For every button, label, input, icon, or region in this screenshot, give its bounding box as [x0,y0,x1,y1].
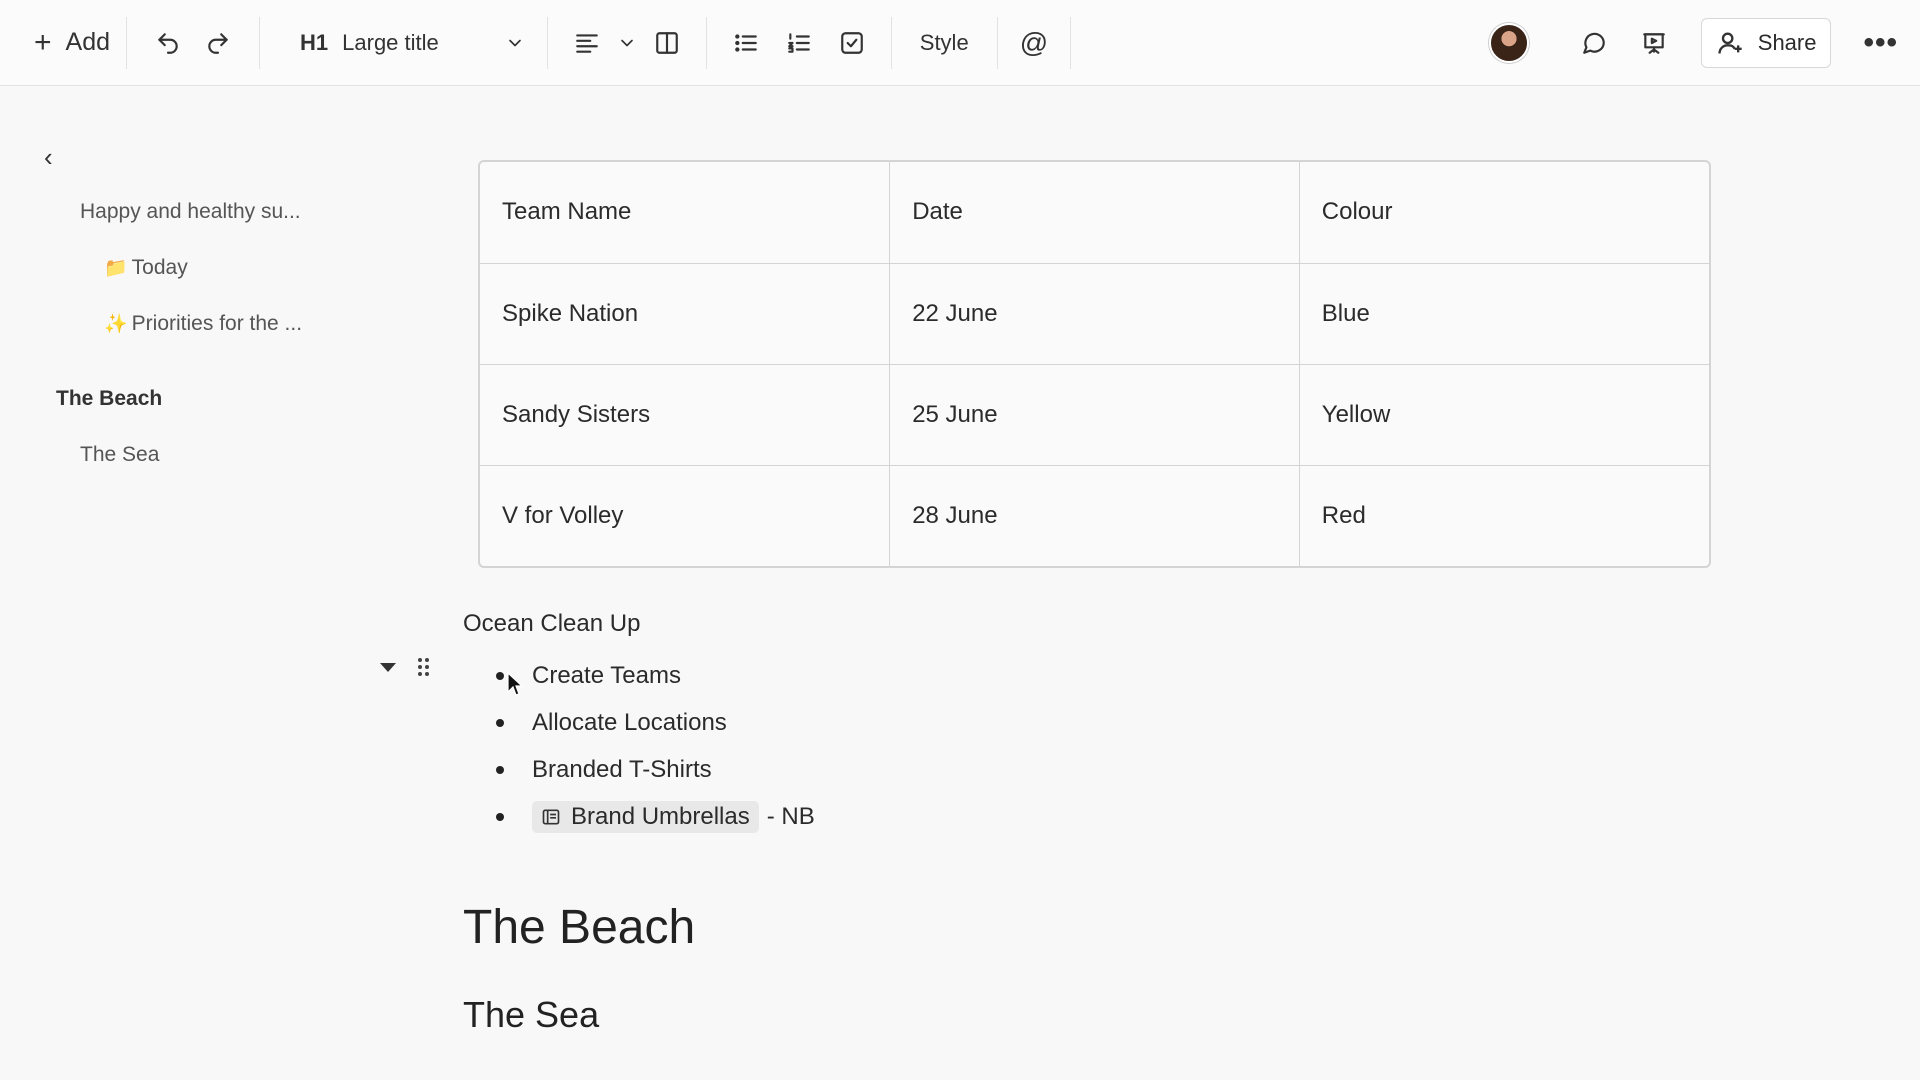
sidebar-item-today[interactable]: 📁 Today [104,256,188,280]
mention-icon: @ [1019,26,1049,58]
redo-button[interactable] [193,18,243,68]
page-link-chip[interactable]: Brand Umbrellas [532,800,759,833]
sidebar-item-label: Today [131,256,188,279]
sidebar-item-label: The Beach [56,387,163,410]
list-item[interactable]: Brand Umbrellas - NB [496,793,815,840]
section-label[interactable]: Ocean Clean Up [463,610,640,638]
sidebar-item-label: Happy and healthy su... [80,200,301,223]
undo-icon [158,32,178,54]
table-cell[interactable]: Spike Nation [480,263,891,365]
outline-sidebar: ‹ Happy and healthy su... 📁 Today ✨ Priori… [0,86,440,1080]
heading-level-icon: H1 [300,29,329,55]
toolbar-divider [546,16,548,69]
heading-the-beach[interactable]: The Beach [463,900,695,955]
columns-icon [655,31,678,54]
numbered-list-button[interactable] [774,18,824,68]
bullet-list: Create Teams Allocate Locations Branded … [496,652,815,840]
bullet-dot [496,718,504,727]
present-icon [1642,33,1665,54]
table-cell[interactable]: Red [1299,465,1709,566]
mouse-cursor-icon [507,672,523,696]
list-item-text: Create Teams [532,661,681,689]
table-cell[interactable]: 28 June [889,465,1300,566]
table-cell[interactable]: 22 June [889,263,1300,365]
table-row: V for Volley 28 June Red [480,465,1709,566]
list-item[interactable]: Allocate Locations [496,699,815,746]
toolbar-divider [890,16,892,69]
folder-icon: 📁 [104,258,128,279]
table-header-cell[interactable]: Team Name [480,162,891,264]
bullet-dot [496,765,504,774]
table-header-cell[interactable]: Date [889,162,1300,264]
sidebar-item-priorities[interactable]: ✨ Priorities for the ... [104,312,302,336]
toolbar-divider [259,16,261,69]
bullet-list-button[interactable] [721,18,771,68]
heading-style-label: Large title [342,29,439,55]
list-item-text: Branded T-Shirts [532,755,712,783]
align-left-icon [575,33,598,53]
plus-icon: + [34,25,52,59]
list-item[interactable]: Branded T-Shirts [496,746,815,793]
collapse-sidebar-button[interactable]: ‹ [44,142,53,173]
collapse-caret-icon[interactable] [380,662,396,672]
table-cell[interactable]: Yellow [1299,364,1709,466]
add-person-icon [1718,32,1742,54]
sidebar-item-the-beach[interactable]: The Beach [56,387,162,411]
checkbox-icon [840,31,863,54]
list-item-text: - NB [766,802,815,830]
more-icon: ••• [1863,26,1898,59]
teams-table: Team Name Date Colour Spike Nation 22 Ju… [478,160,1711,568]
heading-the-sea[interactable]: The Sea [463,994,599,1036]
editor-toolbar: + Add H1 Large title Style @ Share ••• [0,0,1920,86]
toolbar-divider [996,16,998,69]
drag-handle-icon[interactable] [418,658,429,676]
checklist-button[interactable] [827,18,877,68]
more-button[interactable]: ••• [1855,18,1906,68]
chevron-down-icon [508,39,521,46]
columns-button[interactable] [642,18,692,68]
numbered-list-icon [787,32,810,53]
table-row: Spike Nation 22 June Blue [480,263,1709,365]
sidebar-item-label: Priorities for the ... [131,312,303,335]
sidebar-item-the-sea[interactable]: The Sea [80,443,159,467]
add-button[interactable]: + Add [0,18,124,68]
table-cell[interactable]: Blue [1299,263,1709,365]
avatar[interactable] [1488,23,1529,63]
share-button-label: Share [1757,30,1817,55]
list-item-text: Allocate Locations [532,708,727,736]
chevron-down-icon [620,39,633,46]
page-link-icon [542,809,560,824]
add-button-label: Add [65,28,111,56]
mention-button[interactable]: @ [1000,18,1068,68]
table-row: Sandy Sisters 25 June Yellow [480,364,1709,466]
bullet-list-icon [734,33,757,52]
sidebar-item-happy-and-healthy[interactable]: Happy and healthy su... [80,200,301,224]
sparkles-icon: ✨ [104,314,128,335]
comments-button[interactable] [1569,18,1619,68]
table-header-row: Team Name Date Colour [480,162,1709,264]
list-item[interactable]: Create Teams [496,652,815,699]
bullet-dot [496,812,504,821]
present-button[interactable] [1629,18,1679,68]
table-header-cell[interactable]: Colour [1299,162,1709,264]
table-cell[interactable]: Sandy Sisters [480,364,891,466]
chevron-left-icon: ‹ [44,142,53,172]
heading-style-select[interactable]: H1 Large title [262,18,545,68]
toolbar-divider [1070,16,1072,69]
page-link-label: Brand Umbrellas [571,802,750,830]
bullet-dot [496,671,504,680]
toolbar-divider [126,16,128,69]
toolbar-divider [705,16,707,69]
block-handles [380,658,429,676]
align-dropdown-button[interactable] [612,18,642,68]
comment-icon [1582,32,1605,54]
table-cell[interactable]: V for Volley [480,465,891,566]
table-cell[interactable]: 25 June [889,364,1300,466]
share-button[interactable]: Share [1700,18,1832,68]
undo-button[interactable] [143,18,193,68]
sidebar-item-label: The Sea [80,443,160,466]
align-button[interactable] [562,18,612,68]
style-button[interactable]: Style [894,18,995,68]
redo-icon [208,32,228,54]
